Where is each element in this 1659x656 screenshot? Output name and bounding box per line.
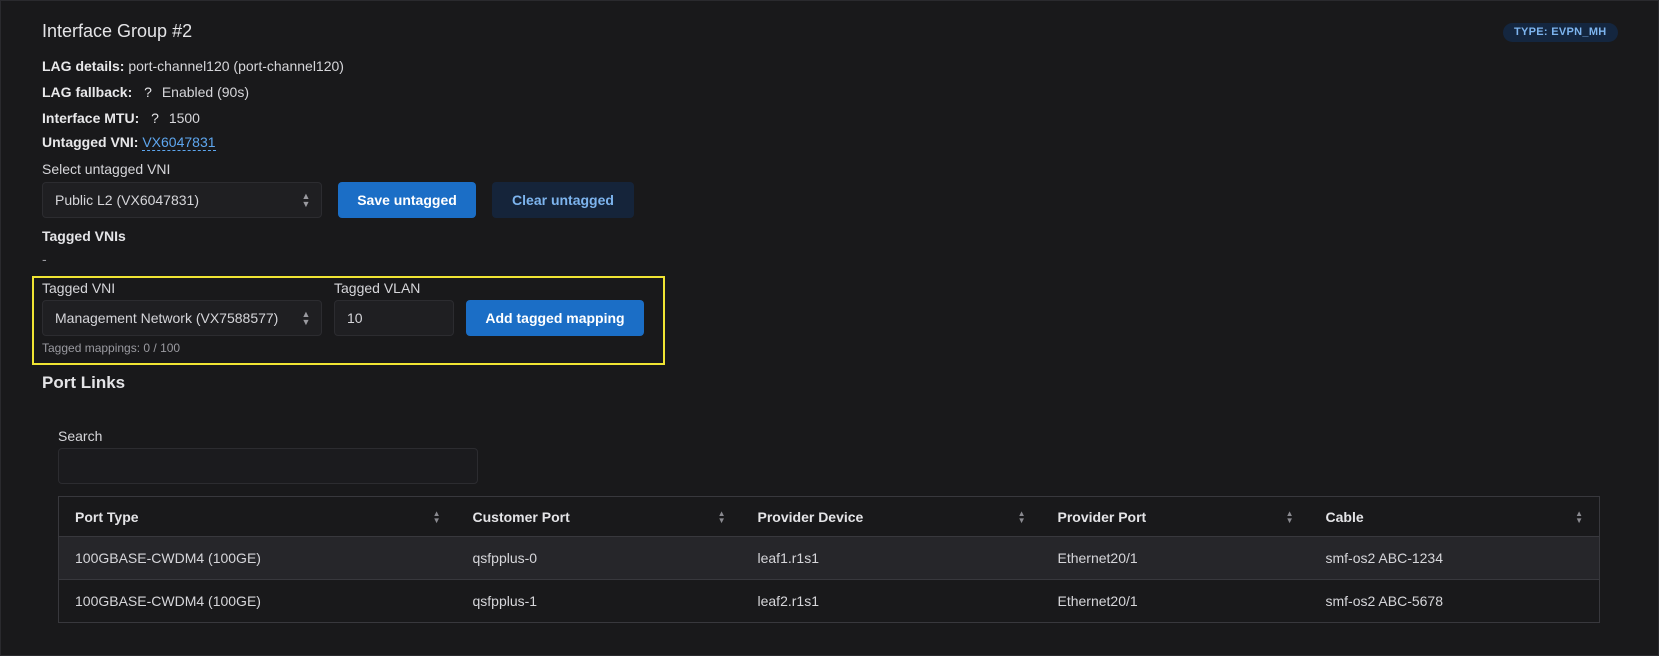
cell-provider-port: Ethernet20/1 [1041,536,1310,580]
type-badge: TYPE: EVPN_MH [1503,23,1618,42]
column-header-customer-port[interactable]: Customer Port ▲ ▼ [456,496,742,537]
lag-details-row: LAG details: port-channel120 (port-chann… [42,58,344,74]
help-icon[interactable]: ? [144,84,152,100]
cell-port-type: 100GBASE-CWDM4 (100GE) [58,579,457,623]
cell-provider-device: leaf2.r1s1 [741,579,1042,623]
help-icon[interactable]: ? [151,110,159,126]
column-header-provider-port[interactable]: Provider Port ▲ ▼ [1041,496,1310,537]
tagged-vni-select[interactable]: Management Network (VX7588577) ▲ ▼ [42,300,322,336]
chevron-updown-icon: ▲ ▼ [301,309,311,327]
column-header-port-type[interactable]: Port Type ▲ ▼ [58,496,457,537]
cell-customer-port: qsfpplus-0 [456,536,742,580]
cell-customer-port: qsfpplus-1 [456,579,742,623]
tagged-mappings-count: Tagged mappings: 0 / 100 [42,341,181,355]
lag-fallback-label: LAG fallback: [42,84,133,100]
untagged-vni-selected: Public L2 (VX6047831) [55,192,199,208]
untagged-vni-link[interactable]: VX6047831 [142,134,216,151]
untagged-vni-label: Untagged VNI: [42,134,139,150]
table-header-row: Port Type ▲ ▼ Customer Port ▲ ▼ Provider Dev… [58,496,1600,537]
lag-details-value: port-channel120 (port-channel120) [128,58,344,74]
sort-icon[interactable]: ▲ ▼ [1575,509,1583,524]
untagged-vni-select[interactable]: Public L2 (VX6047831) ▲ ▼ [42,182,322,218]
sort-icon[interactable]: ▲ ▼ [1286,509,1294,524]
cell-port-type: 100GBASE-CWDM4 (100GE) [58,536,457,580]
chevron-updown-icon: ▲ ▼ [301,191,311,209]
tagged-vni-selected: Management Network (VX7588577) [55,310,279,326]
cell-provider-device: leaf1.r1s1 [741,536,1042,580]
select-untagged-label: Select untagged VNI [42,161,171,177]
lag-fallback-value: Enabled (90s) [161,84,249,100]
sort-icon[interactable]: ▲ ▼ [433,509,441,524]
search-input[interactable] [58,448,478,484]
tagged-vnis-empty: - [42,251,47,267]
page-title: Interface Group #2 [42,21,193,41]
column-header-provider-device[interactable]: Provider Device ▲ ▼ [741,496,1042,537]
lag-details-label: LAG details: [42,58,125,74]
add-tagged-mapping-button[interactable]: Add tagged mapping [466,300,644,336]
port-links-title: Port Links [42,373,126,392]
search-label: Search [58,428,103,444]
cell-cable: smf-os2 ABC-1234 [1309,536,1600,580]
sort-icon[interactable]: ▲ ▼ [718,509,726,524]
lag-fallback-row: LAG fallback: ? Enabled (90s) [42,84,249,100]
tagged-vlan-input[interactable]: 10 [334,300,454,336]
column-header-cable[interactable]: Cable ▲ ▼ [1309,496,1600,537]
tagged-vni-label: Tagged VNI [42,280,116,296]
untagged-vni-row: Untagged VNI: VX6047831 [42,134,216,151]
cell-cable: smf-os2 ABC-5678 [1309,579,1600,623]
mtu-value: 1500 [168,110,200,126]
table-row[interactable]: 100GBASE-CWDM4 (100GE) qsfpplus-1 leaf2.… [58,579,1600,623]
save-untagged-button[interactable]: Save untagged [338,182,476,218]
table-row[interactable]: 100GBASE-CWDM4 (100GE) qsfpplus-0 leaf1.… [58,536,1600,580]
mtu-label: Interface MTU: [42,110,140,126]
sort-icon[interactable]: ▲ ▼ [1018,509,1026,524]
clear-untagged-button[interactable]: Clear untagged [492,182,634,218]
mtu-row: Interface MTU: ? 1500 [42,110,200,126]
tagged-vnis-heading: Tagged VNIs [42,228,126,244]
interface-group-panel: Interface Group #2 TYPE: EVPN_MH LAG det… [0,0,1659,656]
cell-provider-port: Ethernet20/1 [1041,579,1310,623]
tagged-vlan-label: Tagged VLAN [334,280,421,296]
port-links-table: Port Type ▲ ▼ Customer Port ▲ ▼ Provider Dev… [58,496,1600,623]
